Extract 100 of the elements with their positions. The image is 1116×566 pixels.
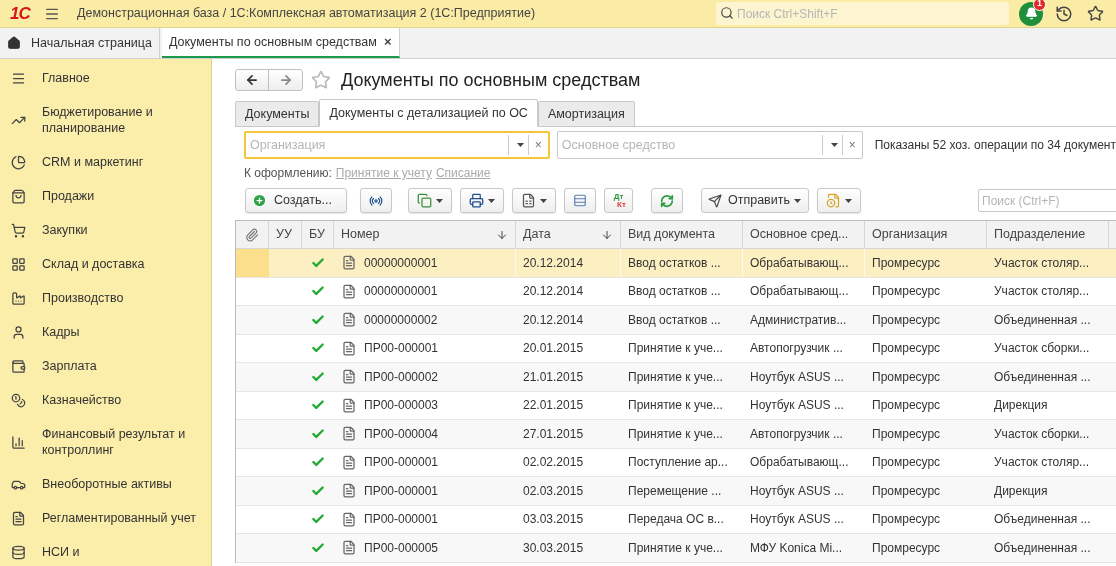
sidebar-item[interactable]: Регламентированный учет (0, 501, 211, 535)
document-icon (341, 483, 357, 499)
table-cell-text: Принятие к уче... (628, 397, 723, 415)
table-cell-text: Автопогрузчик ... (750, 340, 843, 358)
table-row[interactable]: 00000000002 20.12.2014 Ввод остатков ... Административ... Промресурс Объединенная ... (236, 306, 1116, 335)
form-tab[interactable]: Амортизация (537, 101, 635, 127)
column-header[interactable]: Дата (516, 221, 621, 248)
filter-field[interactable]: Основное средство × (556, 131, 863, 159)
table-cell-text: 02.02.2015 (523, 454, 584, 472)
table-cell-text: Промресурс (872, 539, 941, 557)
table-cell-text: Ввод остатков ... (628, 254, 721, 272)
column-header[interactable]: Подразделение (987, 221, 1109, 248)
table-cell-text: Промресурс (872, 254, 941, 272)
table-cell-text: Промресурс (872, 283, 941, 301)
close-tab-button[interactable]: × (383, 32, 392, 52)
caret-icon (830, 143, 838, 147)
refresh-icon (660, 193, 674, 208)
caret-icon (516, 143, 524, 147)
window-title: Демонстрационная база / 1С:Комплексная автоматизация 2 (1С:Предприятие) (77, 5, 536, 23)
table-cell-text: ПР00-000001 (364, 511, 438, 529)
table-row[interactable]: ПР00-000004 27.01.2015 Принятие к уче... Автопогрузчик ... Промресурс Участок сборки... (236, 420, 1116, 449)
filter-field[interactable]: Организация × (244, 131, 550, 159)
table-cell-text: ПР00-000001 (364, 482, 438, 500)
caret-icon (845, 198, 852, 203)
document-icon (341, 283, 357, 299)
table-cell-text: Промресурс (872, 482, 941, 500)
form-tab[interactable]: Документы (235, 101, 320, 127)
table-cell-text: Объединенная ... (994, 511, 1091, 529)
dt-kt-button[interactable]: Дт Кт (604, 188, 633, 213)
table-cell-text: МФУ Konica Mi... (750, 539, 843, 557)
document-icon (341, 397, 357, 413)
table-cell-text: Автопогрузчик ... (750, 425, 843, 443)
column-header[interactable]: УУ (269, 221, 302, 248)
table-cell-text: 20.01.2015 (523, 340, 584, 358)
table-cell-text: Ноутбук ASUS ... (750, 397, 844, 415)
table-cell-text: Принятие к уче... (628, 368, 723, 386)
search-field[interactable]: Поиск Ctrl+Shift+F (716, 2, 1009, 25)
form-title: Документы по основным средствам (341, 68, 641, 92)
table-cell-text: Ввод остатков ... (628, 283, 721, 301)
table-cell-text: Обрабатывающ... (750, 254, 849, 272)
cart-icon (11, 222, 26, 238)
create-button[interactable]: Создать... (245, 188, 347, 213)
clear-button[interactable]: × (527, 135, 548, 155)
table-row[interactable]: 00000000001 20.12.2014 Ввод остатков ... Обрабатывающ... Промресурс Участок столяр... (236, 249, 1116, 278)
database-icon (11, 544, 26, 560)
column-header[interactable]: Вид документа (621, 221, 743, 248)
document-icon (341, 511, 357, 527)
table-row[interactable]: ПР00-000005 30.03.2015 Принятие к уче... МФУ Konica Mi... Промресурс Объединенная ... (236, 534, 1116, 563)
sort-icon[interactable] (496, 228, 508, 241)
table-cell-text: Промресурс (872, 368, 941, 386)
documents-button[interactable] (408, 188, 452, 213)
open-tab[interactable]: Документы по основным средствам × (161, 28, 400, 58)
signal-button[interactable] (360, 188, 392, 213)
favorites-icon[interactable] (1087, 5, 1104, 22)
sidebar-item[interactable]: Склад и доставка (0, 247, 211, 281)
document-icon (341, 426, 357, 442)
table-row[interactable]: ПР00-000002 21.01.2015 Принятие к уче... Ноутбук ASUS ... Промресурс Объединенная ... (236, 363, 1116, 392)
column-header[interactable]: Организация (865, 221, 987, 248)
plus-icon (252, 193, 267, 208)
sidebar-item[interactable]: Продажи (0, 179, 211, 213)
sidebar-item[interactable]: Производство (0, 281, 211, 315)
report-button[interactable] (512, 188, 556, 213)
print-button[interactable] (460, 188, 504, 213)
table-cell-text: Дирекция (994, 482, 1048, 500)
sidebar-item[interactable]: Финансовый результат и контроллинг (0, 417, 211, 467)
notification-badge: 1 (1033, 0, 1046, 11)
sidebar-item[interactable]: Главное (0, 61, 211, 95)
form-tab[interactable]: Документы с детализацией по ОС (319, 99, 538, 127)
menu-icon (11, 70, 26, 86)
table-cell-text: Поступление ар... (628, 454, 728, 472)
list-button[interactable] (564, 188, 596, 213)
sidebar-item[interactable]: Зарплата (0, 349, 211, 383)
open-tab[interactable]: Начальная страница (0, 28, 160, 58)
caret-icon (794, 198, 801, 203)
sidebar-item[interactable]: CRM и маркетинг (0, 145, 211, 179)
home-icon (7, 36, 21, 50)
caret-icon (488, 198, 495, 203)
sidebar-item[interactable]: НСИ и (0, 535, 211, 566)
sidebar-item[interactable]: Бюджетирование и планирование (0, 95, 211, 145)
notifications-button[interactable] (1019, 1, 1043, 26)
table-search-field[interactable]: Поиск (Ctrl+F) (978, 189, 1116, 212)
column-header[interactable]: Номер (334, 221, 516, 248)
refresh-button[interactable] (651, 188, 683, 213)
history-icon[interactable] (1055, 4, 1073, 23)
table-cell-text: Объединенная ... (994, 311, 1091, 329)
sidebar-item[interactable]: Закупки (0, 213, 211, 247)
table-cell-text: ПР00-000001 (364, 340, 438, 358)
sidebar-item[interactable]: Внеоборотные активы (0, 467, 211, 501)
star-icon[interactable] (311, 70, 331, 90)
sidebar-item[interactable]: Казначейство (0, 383, 211, 417)
column-header[interactable]: БУ (302, 221, 334, 248)
table-cell-text: Принятие к уче... (628, 340, 723, 358)
table-row[interactable]: ПР00-000001 02.03.2015 Перемещение ... Ноутбук ASUS ... Промресурс Дирекция (236, 477, 1116, 506)
clear-button[interactable]: × (841, 135, 862, 155)
sidebar-item[interactable]: Кадры (0, 315, 211, 349)
schedule-button[interactable] (817, 188, 861, 213)
column-header[interactable]: Основное сред... (743, 221, 865, 248)
document-icon (341, 312, 357, 328)
sort-icon[interactable] (601, 228, 613, 241)
send-button[interactable]: Отправить (701, 188, 809, 213)
